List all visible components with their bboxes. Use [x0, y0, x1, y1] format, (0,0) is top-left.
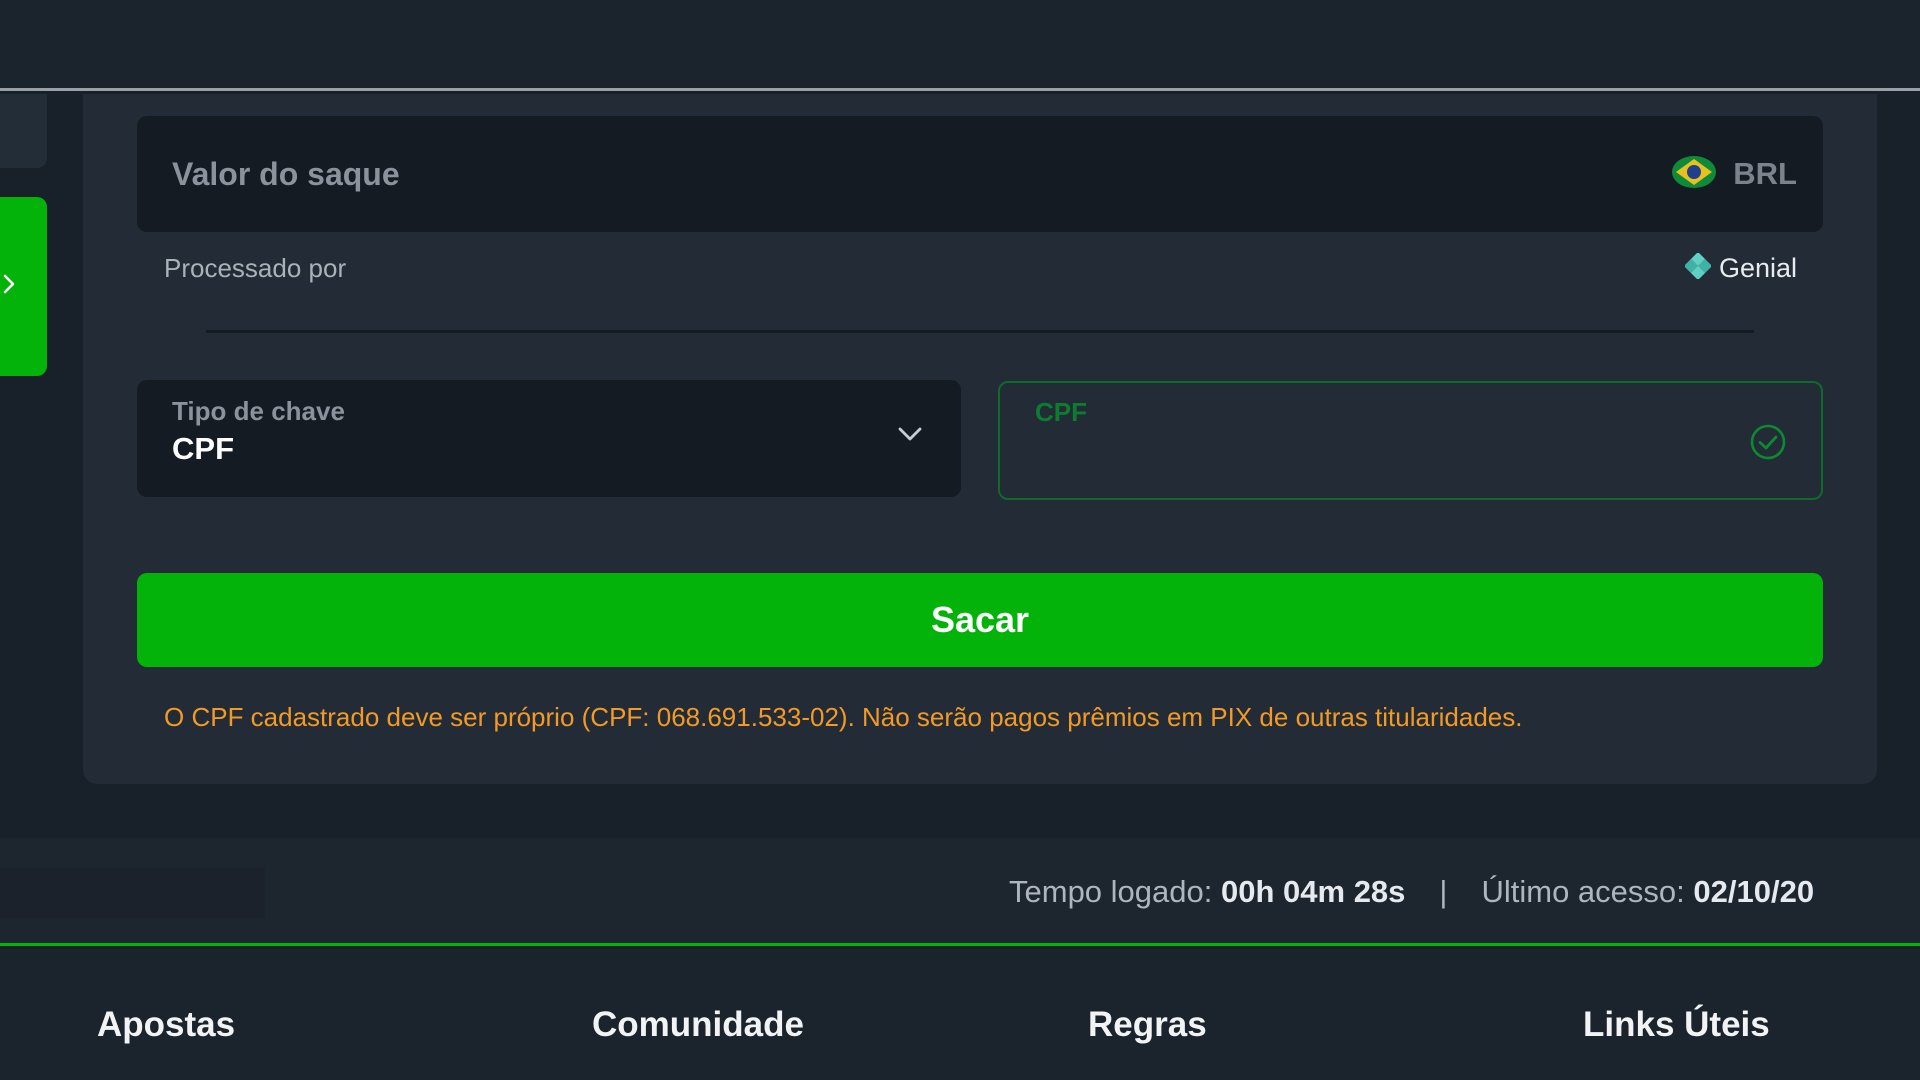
- footer-link-regras[interactable]: Regras: [1088, 1005, 1207, 1045]
- chevron-right-icon: [0, 273, 16, 300]
- key-type-select[interactable]: Tipo de chave CPF: [137, 380, 961, 497]
- key-type-value: CPF: [172, 431, 234, 466]
- last-access-value: 02/10/20: [1693, 874, 1815, 909]
- cpf-notice: O CPF cadastrado deve ser próprio (CPF: …: [164, 702, 1523, 732]
- currency-indicator: BRL: [1671, 155, 1797, 194]
- brazil-flag-icon: [1671, 155, 1717, 194]
- withdraw-amount-label: Valor do saque: [172, 155, 400, 192]
- logged-time-label: Tempo logado:: [1009, 874, 1213, 909]
- chevron-down-icon: [897, 426, 923, 447]
- provider-name: Genial: [1718, 252, 1797, 283]
- last-access-label: Último acesso:: [1481, 874, 1685, 909]
- status-separator: |: [1439, 874, 1448, 909]
- withdraw-amount-field[interactable]: Valor do saque BRL: [137, 116, 1823, 232]
- top-header: [0, 0, 1920, 91]
- sidebar-stub: [0, 94, 47, 168]
- check-circle-icon: [1749, 423, 1787, 466]
- footer-link-comunidade[interactable]: Comunidade: [592, 1005, 804, 1045]
- key-type-label: Tipo de chave: [172, 396, 345, 426]
- footer-link-links-uteis[interactable]: Links Úteis: [1583, 1005, 1770, 1045]
- sidebar-toggle-button[interactable]: [0, 197, 47, 376]
- processed-by-row: Processado por Genial: [137, 246, 1823, 290]
- provider-logo-icon: [1683, 251, 1713, 284]
- cpf-label: CPF: [1035, 397, 1087, 427]
- withdraw-submit-button[interactable]: Sacar: [137, 573, 1823, 667]
- cpf-field[interactable]: CPF: [998, 381, 1823, 500]
- divider: [206, 330, 1754, 333]
- logged-time-value: 00h 04m 28s: [1221, 874, 1406, 909]
- session-status: Tempo logado: 00h 04m 28s | Último acesso:…: [1009, 874, 1920, 914]
- cpf-input[interactable]: [1035, 432, 1735, 466]
- currency-code: BRL: [1733, 156, 1797, 191]
- processed-by-label: Processado por: [164, 252, 347, 283]
- footer-link-apostas[interactable]: Apostas: [97, 1005, 235, 1045]
- status-placeholder: [0, 868, 265, 918]
- provider: Genial: [1683, 251, 1797, 284]
